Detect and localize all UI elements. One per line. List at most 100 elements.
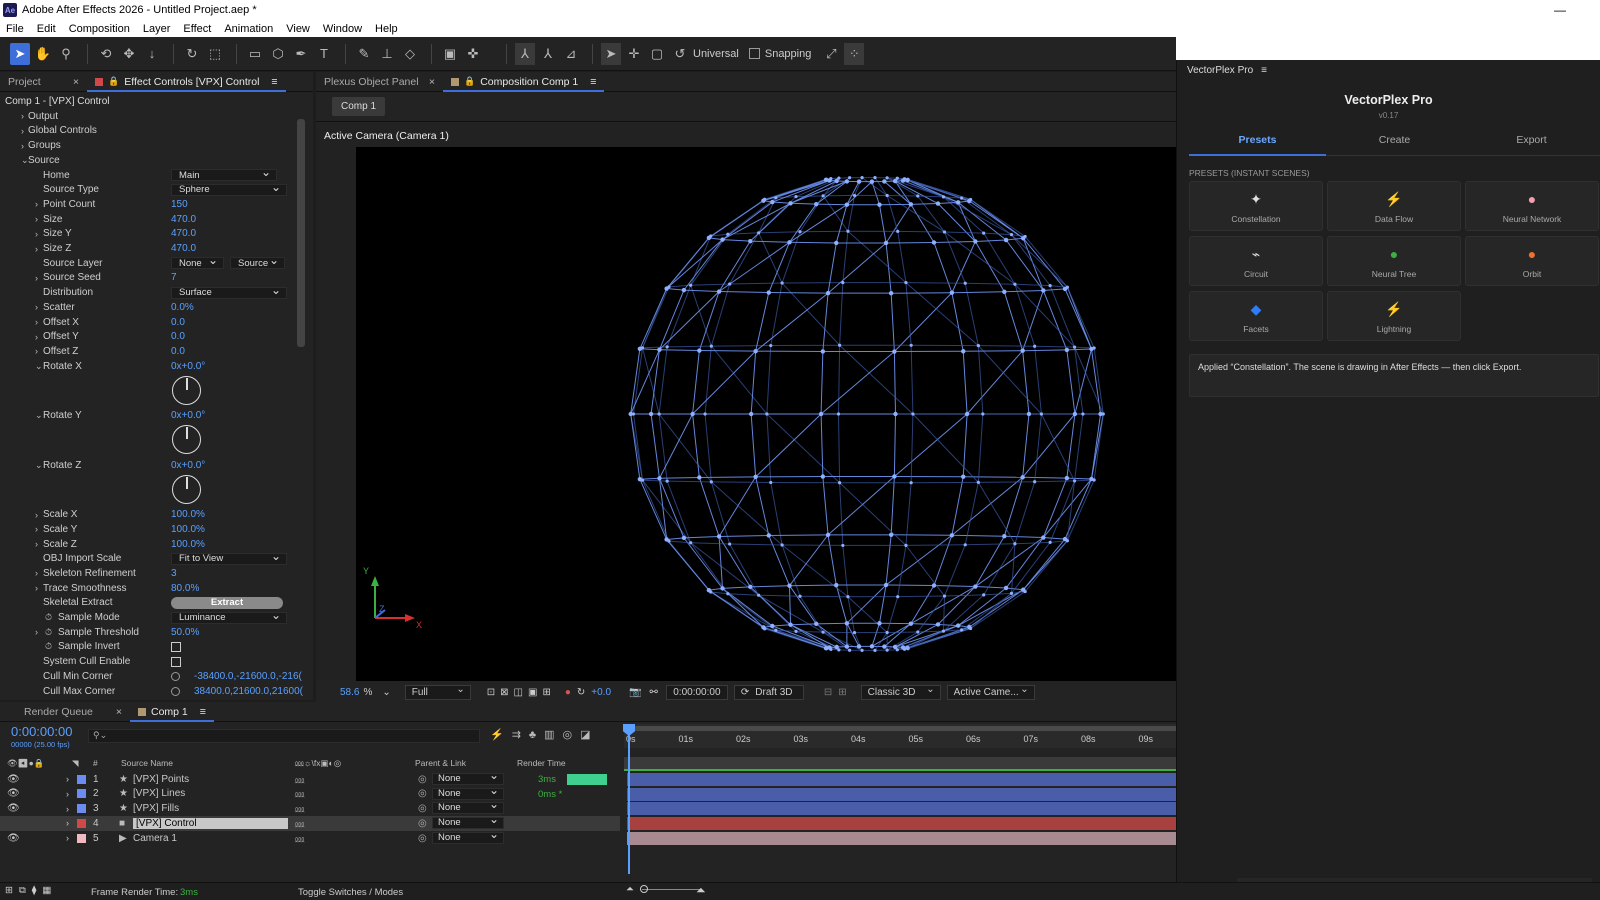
panel-menu-icon[interactable]: ≡ [590, 76, 596, 88]
layer-name[interactable]: [VPX] Fills [133, 803, 179, 814]
label-color-swatch[interactable] [77, 804, 86, 814]
property-dropdown[interactable]: Main [171, 165, 277, 182]
property-value[interactable]: 7 [171, 272, 177, 283]
zoom-slider-track[interactable] [642, 889, 702, 890]
orbit-camera-icon[interactable]: ⟲ [96, 43, 116, 65]
layer-search-input[interactable]: ⚲⌄ [88, 729, 480, 743]
playhead[interactable] [628, 724, 630, 874]
work-area-bar[interactable] [624, 726, 1176, 731]
property-value[interactable]: 470.0 [171, 214, 196, 225]
shy-switch-icon[interactable]: ⅏ [295, 802, 304, 815]
pick-whip-icon[interactable]: ◎ [418, 803, 427, 814]
draft-3d-toggle[interactable]: ⟳ Draft 3D [733, 684, 804, 700]
twirl-closed-icon[interactable]: › [21, 126, 24, 136]
timeline-switch-icons[interactable]: ⚡⇉♣▥◎◪ [490, 728, 599, 741]
eye-icon[interactable]: 👁 [7, 833, 20, 844]
property-dropdown[interactable]: None [171, 253, 224, 270]
time-ruler[interactable]: 0s 01s 02s 03s 04s 05s 06s 07s 08s 09s [624, 724, 1176, 748]
twirl-open-icon[interactable]: ⌄ [35, 361, 43, 372]
minimize-button[interactable]: — [1540, 0, 1580, 20]
property-value[interactable]: 0x+0.0° [171, 361, 205, 372]
source-name-header[interactable]: Source Name [121, 758, 173, 768]
property-dropdown[interactable]: Luminance [171, 608, 287, 624]
property-value[interactable]: 50.0% [171, 627, 199, 638]
menu-item-layer[interactable]: Layer [143, 23, 171, 35]
local-axis-icon[interactable]: ⅄ [515, 42, 535, 65]
snapshot-icon[interactable]: 📷 [629, 687, 641, 698]
twirl-closed-icon[interactable]: › [35, 539, 38, 549]
crosshair-icon[interactable] [171, 686, 180, 696]
viewer-area[interactable]: Active Camera (Camera 1) Y Z X [316, 123, 1176, 682]
eye-icon[interactable]: 👁 [7, 774, 20, 785]
twirl-closed-icon[interactable]: › [35, 244, 38, 254]
reset-exposure-icon[interactable]: ↻ [577, 687, 585, 698]
menu-item-view[interactable]: View [286, 23, 310, 35]
property-value[interactable]: 470.0 [171, 243, 196, 254]
dolly-camera-icon[interactable]: ↓ [142, 43, 162, 65]
tab-effect-controls[interactable]: 🔒 Effect Controls [VPX] Control ≡ [87, 72, 286, 92]
property-value[interactable]: 0.0 [171, 317, 185, 328]
point-value[interactable]: 38400.0,21600.0,21600( [194, 686, 303, 697]
hand-tool-icon[interactable]: ✋ [33, 43, 53, 65]
twirl-closed-icon[interactable]: › [35, 627, 38, 637]
rotation-dial[interactable] [172, 425, 201, 455]
twirl-closed-icon[interactable]: › [66, 833, 69, 843]
twirl-closed-icon[interactable]: › [35, 583, 38, 593]
layer-name[interactable]: [VPX] Lines [133, 788, 185, 799]
pan-behind-icon[interactable]: ⬚ [205, 43, 225, 65]
twirl-closed-icon[interactable]: › [35, 214, 38, 224]
rotate-gizmo-icon[interactable]: ↺ [670, 43, 690, 65]
eye-icon[interactable]: 👁 [7, 788, 20, 799]
puppet-pin-icon[interactable]: ✜ [463, 43, 483, 65]
panel-menu-icon[interactable]: ≡ [200, 706, 206, 718]
stopwatch-icon[interactable]: ⏱ [45, 627, 52, 638]
world-axis-icon[interactable]: ⅄ [538, 43, 558, 65]
shy-switch-icon[interactable]: ⅏ [295, 817, 304, 830]
layer-name[interactable]: [VPX] Points [133, 774, 189, 785]
snap-options-icon[interactable]: ⤢ [821, 43, 841, 65]
extended-viewer-icon[interactable]: ⊞ [838, 687, 846, 698]
zoom-dropdown-icon[interactable]: ⌄ [382, 687, 390, 698]
pan-camera-icon[interactable]: ✥ [119, 43, 139, 65]
lock-icon[interactable]: 🔒 [108, 76, 119, 87]
preset-neural-network[interactable]: ● Neural Network [1465, 181, 1599, 231]
twirl-closed-icon[interactable]: › [66, 818, 69, 828]
property-checkbox[interactable] [171, 656, 181, 667]
menu-item-edit[interactable]: Edit [37, 23, 56, 35]
property-value[interactable]: 100.0% [171, 524, 205, 535]
twirl-closed-icon[interactable]: › [35, 332, 38, 342]
twirl-closed-icon[interactable]: › [66, 789, 69, 799]
shy-switch-icon[interactable]: ⅏ [295, 832, 304, 845]
extract-button[interactable]: Extract [171, 596, 283, 609]
pick-whip-icon[interactable]: ◎ [418, 833, 427, 844]
twirl-closed-icon[interactable]: › [35, 229, 38, 239]
comp-canvas[interactable]: Y Z X [356, 147, 1176, 682]
property-value[interactable]: 100.0% [171, 539, 205, 550]
zoom-value[interactable]: 58.6 [340, 687, 359, 698]
pen-tool-icon[interactable]: ✒ [291, 43, 311, 65]
snap-grid-icon[interactable]: ⁘ [844, 42, 865, 65]
clone-stamp-icon[interactable]: ⊥ [377, 43, 397, 65]
region-of-interest-icon[interactable]: ⊡ [487, 687, 495, 698]
scrollbar[interactable] [297, 119, 305, 347]
scale-gizmo-icon[interactable]: ▢ [647, 43, 667, 65]
twirl-closed-icon[interactable]: › [35, 273, 38, 283]
preset-circuit[interactable]: ⌁ Circuit [1189, 236, 1323, 286]
rotation-dial[interactable] [172, 474, 201, 504]
comp-breadcrumb-button[interactable]: Comp 1 [332, 97, 386, 116]
twirl-closed-icon[interactable]: › [35, 510, 38, 520]
property-value[interactable]: 0x+0.0° [171, 410, 205, 421]
channels-icon[interactable]: ⊞ [542, 687, 550, 698]
vectorplex-tab-export[interactable]: Export [1463, 134, 1600, 156]
label-color-swatch[interactable] [77, 833, 86, 843]
property-value[interactable]: 3 [171, 568, 177, 579]
crosshair-icon[interactable] [171, 671, 180, 681]
3d-view-dropdown[interactable]: Active Came... ⌄ [946, 684, 1035, 700]
point-value[interactable]: -38400.0,-21600.0,-216( [194, 671, 302, 682]
twirl-closed-icon[interactable]: › [35, 317, 38, 327]
twirl-closed-icon[interactable]: › [66, 804, 69, 814]
timeline-timecode[interactable]: 0:00:00:00 [11, 724, 72, 739]
layer-name[interactable]: [VPX] Control [133, 817, 288, 829]
shy-switch-icon[interactable]: ⅏ [295, 787, 304, 800]
twirl-closed-icon[interactable]: › [35, 302, 38, 312]
